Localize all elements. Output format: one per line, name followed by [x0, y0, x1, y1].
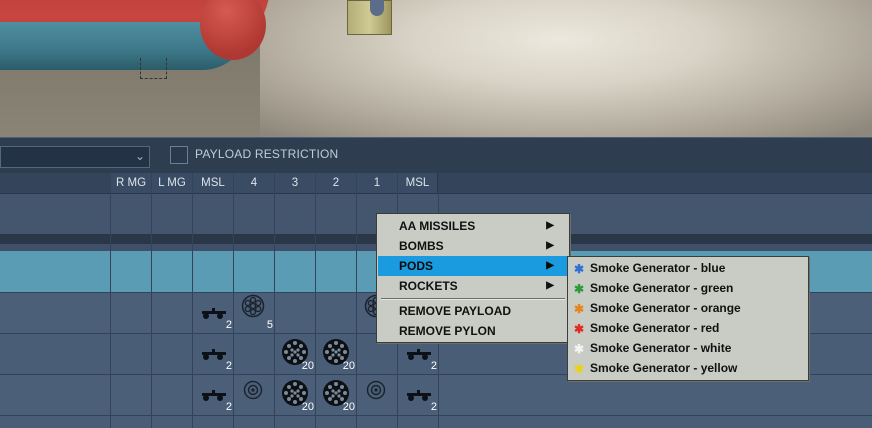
payload-cell[interactable]: 2 [397, 374, 438, 415]
submenu-item-label: Smoke Generator - white [590, 341, 732, 355]
payload-cell[interactable]: 2 [192, 374, 233, 415]
payload-cell[interactable]: 20 [274, 333, 315, 374]
loadout-toolbar: ⌄ PAYLOAD RESTRICTION [0, 137, 872, 174]
payload-count: 20 [301, 401, 314, 413]
missile-icon [200, 306, 228, 325]
pods-submenu: ✱ Smoke Generator - blue ✱ Smoke Generator… [567, 256, 809, 381]
column-divider [110, 173, 111, 428]
smoke-star-icon: ✱ [574, 262, 585, 276]
menu-item-rockets[interactable]: ROCKETS ▶ [378, 276, 568, 296]
payload-count: 5 [266, 319, 273, 331]
payload-cell[interactable] [356, 374, 397, 415]
payload-count: 2 [225, 401, 232, 413]
submenu-item-smoke-red[interactable]: ✱ Smoke Generator - red [569, 318, 807, 338]
payload-count: 2 [430, 401, 437, 413]
loadout-combobox[interactable]: ⌄ [0, 146, 150, 168]
missile-icon [200, 388, 228, 407]
menu-item-label: REMOVE PAYLOAD [399, 304, 512, 318]
column-header: 4 [233, 173, 274, 193]
column-header: MSL [192, 173, 233, 193]
missile-icon [405, 347, 433, 366]
column-header: 2 [315, 173, 356, 193]
payload-count: 2 [430, 360, 437, 372]
pylon-header-row: R MG L MG MSL 4 3 2 1 MSL [0, 173, 872, 194]
submenu-arrow-icon: ▶ [546, 260, 554, 271]
payload-cell[interactable]: 2 [192, 333, 233, 374]
menu-item-label: AA MISSILES [399, 219, 476, 233]
column-header: MSL [397, 173, 438, 193]
column-header: 1 [356, 173, 397, 193]
menu-item-remove-pylon[interactable]: REMOVE PYLON [378, 321, 568, 341]
submenu-item-smoke-white[interactable]: ✱ Smoke Generator - white [569, 338, 807, 358]
submenu-item-label: Smoke Generator - yellow [590, 361, 738, 375]
submenu-item-label: Smoke Generator - red [590, 321, 720, 335]
payload-restriction-checkbox[interactable] [170, 146, 188, 164]
submenu-item-label: Smoke Generator - orange [590, 301, 741, 315]
smoke-star-icon: ✱ [574, 362, 585, 376]
menu-item-pods[interactable]: PODS ▶ [378, 256, 568, 276]
column-header: 3 [274, 173, 315, 193]
submenu-arrow-icon: ▶ [546, 240, 554, 251]
payload-restriction-label: PAYLOAD RESTRICTION [195, 147, 339, 161]
smoke-star-icon: ✱ [574, 322, 585, 336]
submenu-item-smoke-yellow[interactable]: ✱ Smoke Generator - yellow [569, 358, 807, 378]
submenu-arrow-icon: ▶ [546, 280, 554, 291]
smoke-star-icon: ✱ [574, 302, 585, 316]
smoke-star-icon: ✱ [574, 342, 585, 356]
submenu-item-smoke-orange[interactable]: ✱ Smoke Generator - orange [569, 298, 807, 318]
missile-icon [200, 347, 228, 366]
column-header: R MG [110, 173, 151, 193]
submenu-arrow-icon: ▶ [546, 220, 554, 231]
payload-cell[interactable]: 20 [315, 374, 356, 415]
smoke-pod-icon [366, 380, 386, 404]
payload-cell[interactable]: 20 [315, 333, 356, 374]
menu-item-label: BOMBS [399, 239, 444, 253]
submenu-item-smoke-green[interactable]: ✱ Smoke Generator - green [569, 278, 807, 298]
submenu-item-label: Smoke Generator - blue [590, 261, 726, 275]
menu-item-label: ROCKETS [399, 279, 458, 293]
payload-cell[interactable]: 20 [274, 374, 315, 415]
3d-viewport[interactable] [0, 0, 872, 137]
payload-cell[interactable] [233, 374, 274, 415]
payload-count: 20 [301, 360, 314, 372]
menu-item-bombs[interactable]: BOMBS ▶ [378, 236, 568, 256]
helicopter-step [140, 58, 167, 79]
menu-item-label: PODS [399, 259, 434, 273]
menu-separator [381, 298, 565, 300]
submenu-item-label: Smoke Generator - green [590, 281, 734, 295]
payload-count: 2 [225, 360, 232, 372]
payload-count: 2 [225, 319, 232, 331]
menu-item-aa-missiles[interactable]: AA MISSILES ▶ [378, 216, 568, 236]
missile-icon [405, 388, 433, 407]
payload-cell[interactable]: 2 [192, 292, 233, 333]
pylon-marking [370, 0, 384, 16]
column-header: L MG [151, 173, 192, 193]
menu-item-label: REMOVE PYLON [399, 324, 496, 338]
submenu-item-smoke-blue[interactable]: ✱ Smoke Generator - blue [569, 258, 807, 278]
pylon-context-menu: AA MISSILES ▶ BOMBS ▶ PODS ▶ ROCKETS ▶ REMOV… [376, 213, 570, 343]
payload-cell[interactable]: 5 [233, 292, 274, 333]
chevron-down-icon: ⌄ [134, 149, 145, 163]
smoke-star-icon: ✱ [574, 282, 585, 296]
column-divider [151, 173, 152, 428]
menu-item-remove-payload[interactable]: REMOVE PAYLOAD [378, 301, 568, 321]
loadout-row[interactable] [0, 415, 872, 428]
payload-count: 20 [342, 401, 355, 413]
smoke-pod-icon [243, 380, 263, 404]
rocket-pod-7-icon [241, 294, 265, 322]
payload-count: 20 [342, 360, 355, 372]
